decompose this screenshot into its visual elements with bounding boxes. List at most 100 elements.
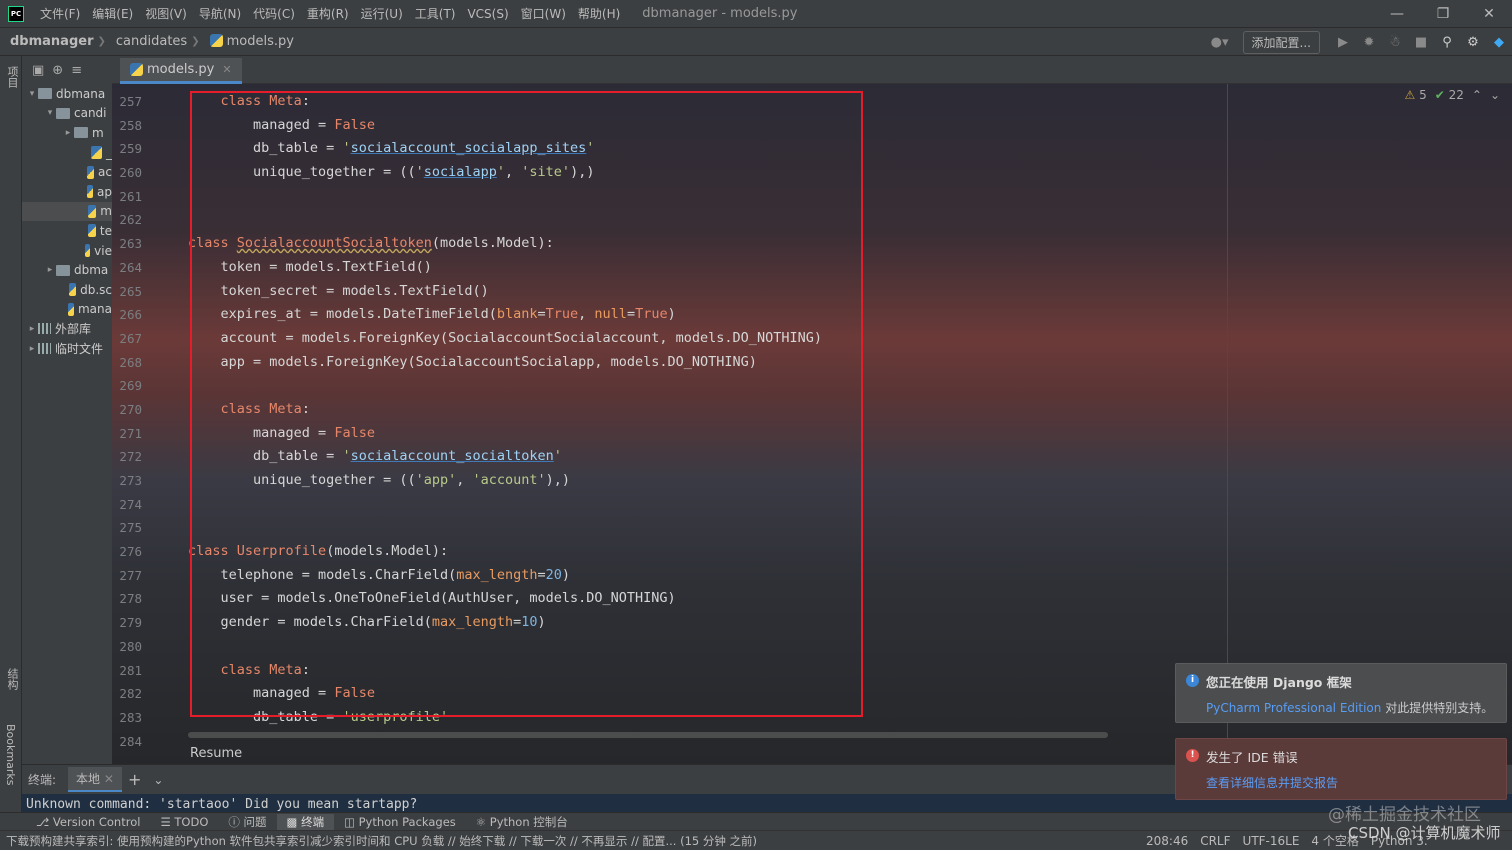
terminal-tab-local[interactable]: 本地 ✕ <box>68 767 122 792</box>
close-window-icon[interactable]: ✕ <box>1466 0 1512 28</box>
pycharm-pro-link[interactable]: PyCharm Professional Edition <box>1206 701 1381 715</box>
breadcrumb-project[interactable]: dbmanager <box>0 34 98 49</box>
tree-item[interactable]: mana <box>22 300 112 320</box>
collapse-icon[interactable]: ≡ <box>71 63 82 78</box>
menu-file[interactable]: 文件(F) <box>34 5 86 22</box>
line-number: 283 <box>119 709 142 725</box>
cursor-position[interactable]: 208:46 <box>1140 834 1194 848</box>
tree-item[interactable]: ▸ 外部库 <box>22 319 112 339</box>
menu-navigate[interactable]: 导航(N) <box>193 5 247 22</box>
breadcrumb-separator-icon: ❯ <box>191 36 200 47</box>
resume-button[interactable]: Resume <box>178 744 1178 764</box>
tree-item[interactable]: te <box>22 221 112 241</box>
gear-icon[interactable]: ⚙ <box>1460 35 1486 50</box>
chevron-down-icon[interactable]: ▾ <box>44 108 56 118</box>
stop-icon[interactable]: ■ <box>1408 35 1434 50</box>
tree-item[interactable]: db.sc <box>22 280 112 300</box>
error-body: 查看详细信息并提交报告 <box>1206 774 1496 791</box>
tree-item[interactable]: ▸ m <box>22 123 112 143</box>
search-icon[interactable]: ⚲ <box>1434 35 1460 50</box>
user-icon[interactable]: ●▾ <box>1207 35 1233 50</box>
tree-item[interactable]: _ <box>22 143 112 163</box>
python-file-icon <box>130 63 143 76</box>
django-notification[interactable]: i 您正在使用 Django 框架 PyCharm Professional E… <box>1175 663 1507 723</box>
line-number: 279 <box>119 615 142 631</box>
restore-icon[interactable]: ❐ <box>1420 0 1466 28</box>
add-terminal-icon[interactable]: + <box>122 770 147 789</box>
debug-icon[interactable]: ✹ <box>1356 35 1382 50</box>
locate-icon[interactable]: ⊕ <box>52 63 63 78</box>
tree-item[interactable]: ▾ candi <box>22 104 112 124</box>
breadcrumb-folder[interactable]: candidates <box>106 34 191 49</box>
todo-button[interactable]: ☰ TODO <box>150 815 218 829</box>
terminal-button[interactable]: ▩ 终端 <box>276 813 335 830</box>
problems-label: 问题 <box>243 814 267 829</box>
line-number-gutter: 257 258 259 260 261 262 263 264 265 266 267 268 269 2… <box>112 90 172 753</box>
update-icon[interactable]: ◆ <box>1486 35 1512 50</box>
python-console-button[interactable]: ⚛ Python 控制台 <box>466 814 578 830</box>
version-control-button[interactable]: ⎇ Version Control <box>26 815 150 829</box>
notification-title: 您正在使用 Django 框架 <box>1206 675 1352 690</box>
menu-edit[interactable]: 编辑(E) <box>86 5 139 22</box>
line-number: 272 <box>119 449 142 465</box>
tree-item[interactable]: ▸ 临时文件 <box>22 339 112 359</box>
project-tool-button[interactable]: 项目 <box>4 66 20 88</box>
tab-models-py[interactable]: models.py ✕ <box>120 58 242 84</box>
horizontal-scrollbar[interactable] <box>188 732 1108 738</box>
chevron-down-icon[interactable]: ⌄ <box>147 773 169 787</box>
chevron-down-icon[interactable]: ▾ <box>26 89 38 99</box>
python-packages-button[interactable]: ◫ Python Packages <box>334 815 466 829</box>
menu-vcs[interactable]: VCS(S) <box>461 7 514 21</box>
line-separator[interactable]: CRLF <box>1194 834 1236 848</box>
python-console-label: Python 控制台 <box>489 814 568 829</box>
editor[interactable]: models.py ✕ ⚠ 5 ✔ 22 ⌃ ⌄ 257 258 259 260 261… <box>112 56 1512 764</box>
menu-help[interactable]: 帮助(H) <box>572 5 626 22</box>
breadcrumb-file-label: models.py <box>226 34 294 49</box>
tree-item-label: candi <box>74 106 107 121</box>
chevron-right-icon[interactable]: ▸ <box>26 324 38 334</box>
file-encoding[interactable]: UTF-16LE <box>1237 834 1306 848</box>
error-report-link[interactable]: 查看详细信息并提交报告 <box>1206 776 1338 790</box>
chevron-down-icon[interactable]: ⌄ <box>1490 88 1500 102</box>
tree-item[interactable]: ac <box>22 162 112 182</box>
line-number: 257 <box>119 94 142 109</box>
run-icon[interactable]: ▶ <box>1330 35 1356 50</box>
chevron-up-icon[interactable]: ⌃ <box>1472 88 1482 102</box>
menu-view[interactable]: 视图(V) <box>139 5 193 22</box>
menu-refactor[interactable]: 重构(R) <box>301 5 355 22</box>
line-number: 263 <box>119 236 142 252</box>
problems-button[interactable]: ⓘ 问题 <box>218 814 276 830</box>
add-configuration-button[interactable]: 添加配置... <box>1242 30 1320 54</box>
line-number: 276 <box>119 544 142 560</box>
tree-item[interactable]: ▸ dbma <box>22 260 112 280</box>
menu-window[interactable]: 窗口(W) <box>515 5 572 22</box>
line-number: 282 <box>119 686 142 702</box>
bookmarks-tool-button[interactable]: Bookmarks <box>4 724 17 785</box>
minimize-icon[interactable]: — <box>1374 0 1420 28</box>
status-message[interactable]: 下载预构建共享索引: 使用预构建的Python 软件包共享索引减少索引时间和 C… <box>0 833 1140 849</box>
close-tab-icon[interactable]: ✕ <box>222 63 231 76</box>
right-margin-guide <box>1227 84 1228 764</box>
ide-error-notification[interactable]: ! 发生了 IDE 错误 查看详细信息并提交报告 <box>1175 738 1507 800</box>
chevron-right-icon[interactable]: ▸ <box>44 265 56 275</box>
chevron-right-icon[interactable]: ▸ <box>62 128 74 138</box>
menu-code[interactable]: 代码(C) <box>247 5 301 22</box>
tree-item[interactable]: ap <box>22 182 112 202</box>
watermark-csdn: CSDN @计算机魔术师 <box>1348 824 1501 842</box>
structure-tool-button[interactable]: 结构 <box>4 668 20 690</box>
tree-item[interactable]: m <box>22 201 112 222</box>
warning-icon: ⚠ <box>1404 88 1416 102</box>
tree-item[interactable]: ▾ dbmana <box>22 84 112 104</box>
chevron-right-icon[interactable]: ▸ <box>26 344 38 354</box>
breadcrumb-file[interactable]: models.py <box>200 34 298 49</box>
breadcrumb-separator-icon: ❯ <box>97 36 106 47</box>
tree-item[interactable]: vie <box>22 241 112 261</box>
inspection-widget[interactable]: ⚠ 5 ✔ 22 ⌃ ⌄ <box>1404 88 1500 102</box>
close-tab-icon[interactable]: ✕ <box>104 772 114 786</box>
view-mode-icon[interactable]: ▣ <box>32 63 44 78</box>
coverage-icon[interactable]: ☃ <box>1382 35 1408 50</box>
tree-item-label: db.sc <box>80 282 112 297</box>
terminal-output-line: Unknown command: 'startaoo' Did you mean… <box>26 797 418 812</box>
menu-tools[interactable]: 工具(T) <box>409 5 462 22</box>
menu-run[interactable]: 运行(U) <box>355 5 409 22</box>
